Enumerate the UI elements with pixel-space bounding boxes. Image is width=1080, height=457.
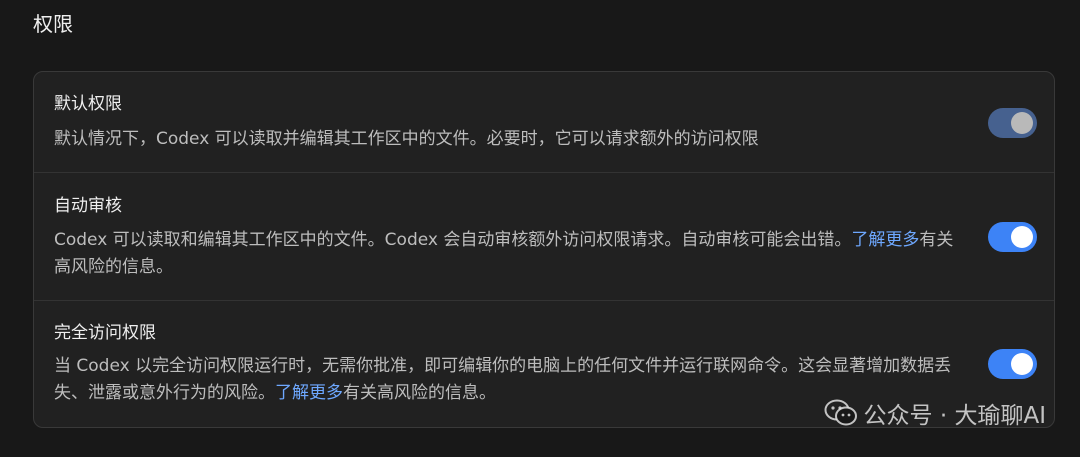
permission-row-default: 默认权限 默认情况下，Codex 可以读取并编辑其工作区中的文件。必要时，它可以… [34, 72, 1054, 173]
section-title: 权限 [33, 12, 73, 36]
watermark-text: 公众号 · 大瑜聊AI [863, 403, 1046, 429]
toggle-knob [1011, 353, 1033, 375]
permission-title: 完全访问权限 [54, 323, 156, 343]
permission-title: 自动审核 [54, 196, 122, 216]
permission-row-auto-review: 自动审核 Codex 可以读取和编辑其工作区中的文件。Codex 会自动审核额外… [34, 173, 1054, 301]
permission-title: 默认权限 [54, 94, 122, 114]
watermark: 公众号 · 大瑜聊AI [824, 393, 1046, 433]
toggle-knob [1011, 112, 1033, 134]
full-access-toggle[interactable] [988, 349, 1037, 379]
toggle-knob [1011, 226, 1033, 248]
learn-more-link[interactable]: 了解更多 [851, 230, 919, 250]
description-text-suffix: 有关高风险的信息。 [343, 383, 496, 403]
description-text: Codex 可以读取和编辑其工作区中的文件。Codex 会自动审核额外访问权限请… [54, 230, 852, 250]
default-permission-toggle[interactable] [988, 108, 1037, 138]
learn-more-link[interactable]: 了解更多 [275, 383, 343, 403]
permissions-card: 默认权限 默认情况下，Codex 可以读取并编辑其工作区中的文件。必要时，它可以… [33, 71, 1055, 428]
wechat-icon [824, 399, 857, 426]
permission-description: Codex 可以读取和编辑其工作区中的文件。Codex 会自动审核额外访问权限请… [54, 227, 959, 281]
permissions-page: 权限 默认权限 默认情况下，Codex 可以读取并编辑其工作区中的文件。必要时，… [0, 0, 1080, 457]
permission-description: 默认情况下，Codex 可以读取并编辑其工作区中的文件。必要时，它可以请求额外的… [54, 129, 759, 149]
description-text: 当 Codex 以完全访问权限运行时，无需你批准，即可编辑你的电脑上的任何文件并… [54, 356, 952, 403]
auto-review-toggle[interactable] [988, 222, 1037, 252]
